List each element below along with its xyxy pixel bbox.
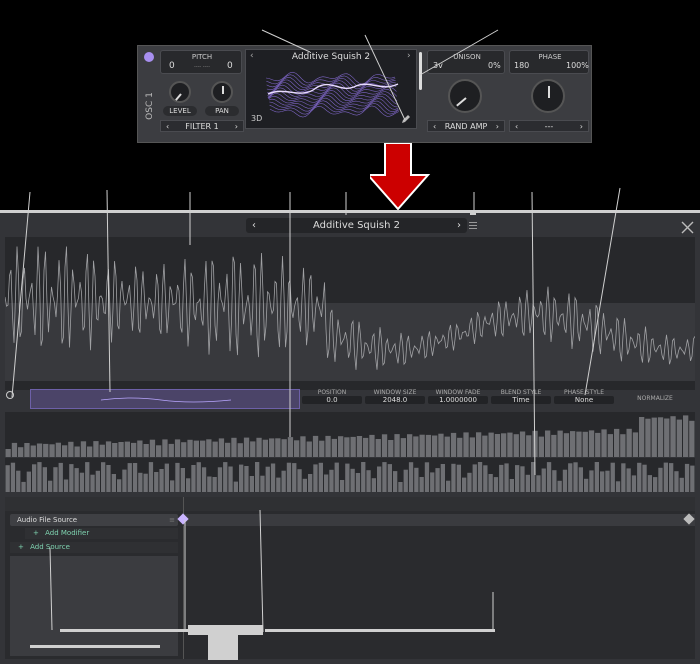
callout-lines — [0, 29, 700, 660]
